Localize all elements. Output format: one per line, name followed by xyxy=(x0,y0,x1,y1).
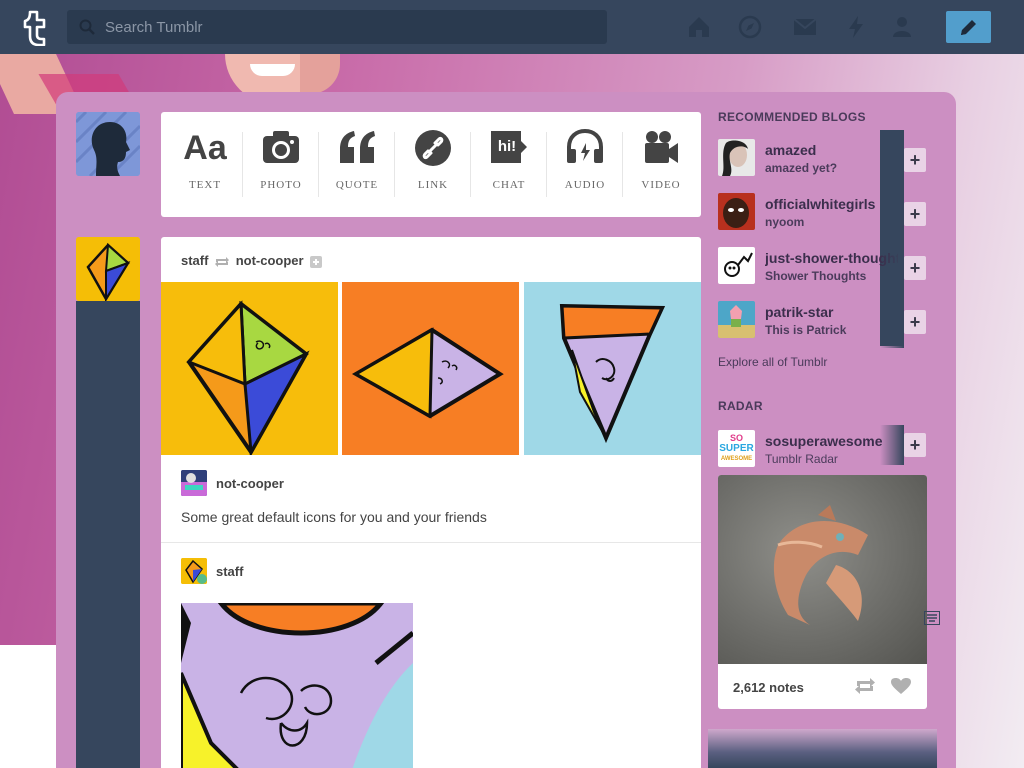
blog-avatar[interactable]: SO SUPER AWESOME xyxy=(718,430,755,467)
post-type-chat[interactable]: hi! CHAT xyxy=(471,112,547,217)
radar-title: RADAR xyxy=(718,399,763,413)
chat-icon: hi! xyxy=(471,129,547,169)
quote-icon xyxy=(319,129,395,169)
text-icon: Aa xyxy=(183,129,227,167)
post-type-photo[interactable]: PHOTO xyxy=(243,112,319,217)
source-blog-avatar[interactable] xyxy=(181,470,207,496)
post-caption: Some great default icons for you and you… xyxy=(181,509,487,525)
blog-avatar[interactable] xyxy=(718,193,755,230)
follow-button[interactable]: + xyxy=(904,148,926,172)
reblog-icon xyxy=(212,253,236,268)
search-box[interactable] xyxy=(67,10,607,44)
headphones-icon xyxy=(547,128,623,169)
blog-subtitle: nyoom xyxy=(765,215,805,229)
radar-post: 2,612 notes xyxy=(718,475,927,709)
post-header: staff not-cooper xyxy=(181,252,323,268)
blog-name[interactable]: amazed xyxy=(765,142,898,158)
sidebar-promo-banner[interactable] xyxy=(708,729,937,768)
blog-subtitle: amazed yet? xyxy=(765,161,838,175)
post-type-link[interactable]: LINK xyxy=(395,112,471,217)
blog-subtitle: This is Patrick xyxy=(765,323,847,337)
post-divider xyxy=(161,542,701,543)
post-author-rail xyxy=(76,301,140,768)
post-type-label: CHAT xyxy=(492,179,526,191)
blog-name[interactable]: sosuperawesome xyxy=(765,433,898,449)
follow-button[interactable]: + xyxy=(904,310,926,334)
photoset-image[interactable] xyxy=(342,282,519,455)
inbox-icon[interactable] xyxy=(792,14,818,40)
post-image[interactable] xyxy=(181,603,413,768)
camera-icon xyxy=(243,129,319,169)
post-type-label: VIDEO xyxy=(641,179,681,191)
radar-post-image[interactable] xyxy=(718,475,927,664)
activity-icon[interactable] xyxy=(843,14,869,40)
post-type-text[interactable]: Aa TEXT xyxy=(167,112,243,217)
post-type-video[interactable]: VIDEO xyxy=(623,112,699,217)
post-author-avatar[interactable] xyxy=(76,237,140,301)
blog-name[interactable]: officialwhitegirls xyxy=(765,196,898,212)
post-notes-count[interactable]: 2,612 notes xyxy=(733,680,804,695)
user-avatar[interactable] xyxy=(76,112,140,176)
follow-button[interactable]: + xyxy=(904,202,926,226)
post-type-label: LINK xyxy=(417,179,449,191)
chat-glyph: hi! xyxy=(497,138,517,155)
link-icon xyxy=(395,129,471,169)
photoset-image[interactable] xyxy=(161,282,338,455)
radar-blog-item[interactable]: SO SUPER AWESOME sosuperawesome Tumblr R… xyxy=(718,425,928,469)
top-nav-bar xyxy=(0,0,1024,54)
tumblr-logo[interactable] xyxy=(14,8,52,47)
post-type-label: PHOTO xyxy=(260,179,302,191)
reblog-icon[interactable] xyxy=(854,677,876,700)
dashboard-post: staff not-cooper not-cooper Some great d… xyxy=(161,237,701,768)
post-author-name[interactable]: staff xyxy=(181,253,208,268)
blog-name[interactable]: patrik-star xyxy=(765,304,898,320)
home-icon[interactable] xyxy=(686,14,712,40)
page-background-white xyxy=(0,645,56,768)
recommended-blog-item[interactable]: officialwhitegirls nyoom + xyxy=(718,188,928,240)
reblogged-from-name[interactable]: not-cooper xyxy=(236,253,304,268)
recommended-blog-item[interactable]: amazed amazed yet? + xyxy=(718,134,928,186)
post-type-audio[interactable]: AUDIO xyxy=(547,112,623,217)
post-type-label: QUOTE xyxy=(335,179,379,191)
post-type-label: TEXT xyxy=(188,179,222,191)
follow-button[interactable]: + xyxy=(904,433,926,457)
keyboard-shortcuts-icon[interactable] xyxy=(924,611,940,630)
reblogger-avatar[interactable] xyxy=(181,558,207,584)
blog-avatar[interactable] xyxy=(718,301,755,338)
explore-icon[interactable] xyxy=(737,14,763,40)
search-icon xyxy=(79,19,95,40)
post-type-quote[interactable]: QUOTE xyxy=(319,112,395,217)
blog-subtitle: Tumblr Radar xyxy=(765,452,838,466)
recommended-blogs-title: RECOMMENDED BLOGS xyxy=(718,110,866,124)
video-camera-icon xyxy=(623,129,699,169)
blog-avatar[interactable] xyxy=(718,139,755,176)
post-composer: Aa TEXT PHOTO QUOTE LINK hi! CHAT AUDIO … xyxy=(161,112,701,217)
source-blog-name[interactable]: not-cooper xyxy=(216,476,284,491)
explore-all-link[interactable]: Explore all of Tumblr xyxy=(718,355,827,369)
photoset[interactable] xyxy=(161,282,701,455)
like-heart-icon[interactable] xyxy=(890,677,912,700)
photoset-image[interactable] xyxy=(524,282,701,455)
recommended-blog-item[interactable]: just-shower-thoughts Shower Thoughts + xyxy=(718,242,928,294)
account-icon[interactable] xyxy=(889,14,915,40)
reblogger-name[interactable]: staff xyxy=(216,564,243,579)
recommended-blog-item[interactable]: patrik-star This is Patrick + xyxy=(718,296,928,348)
search-input[interactable] xyxy=(105,10,600,44)
follow-button[interactable]: + xyxy=(904,256,926,280)
pencil-icon xyxy=(961,20,976,35)
post-type-label: AUDIO xyxy=(564,179,606,191)
blog-avatar[interactable] xyxy=(718,247,755,284)
blog-subtitle: Shower Thoughts xyxy=(765,269,867,283)
blog-name[interactable]: just-shower-thoughts xyxy=(765,250,898,266)
compose-button[interactable] xyxy=(946,11,991,43)
follow-plus-icon[interactable] xyxy=(307,253,323,268)
